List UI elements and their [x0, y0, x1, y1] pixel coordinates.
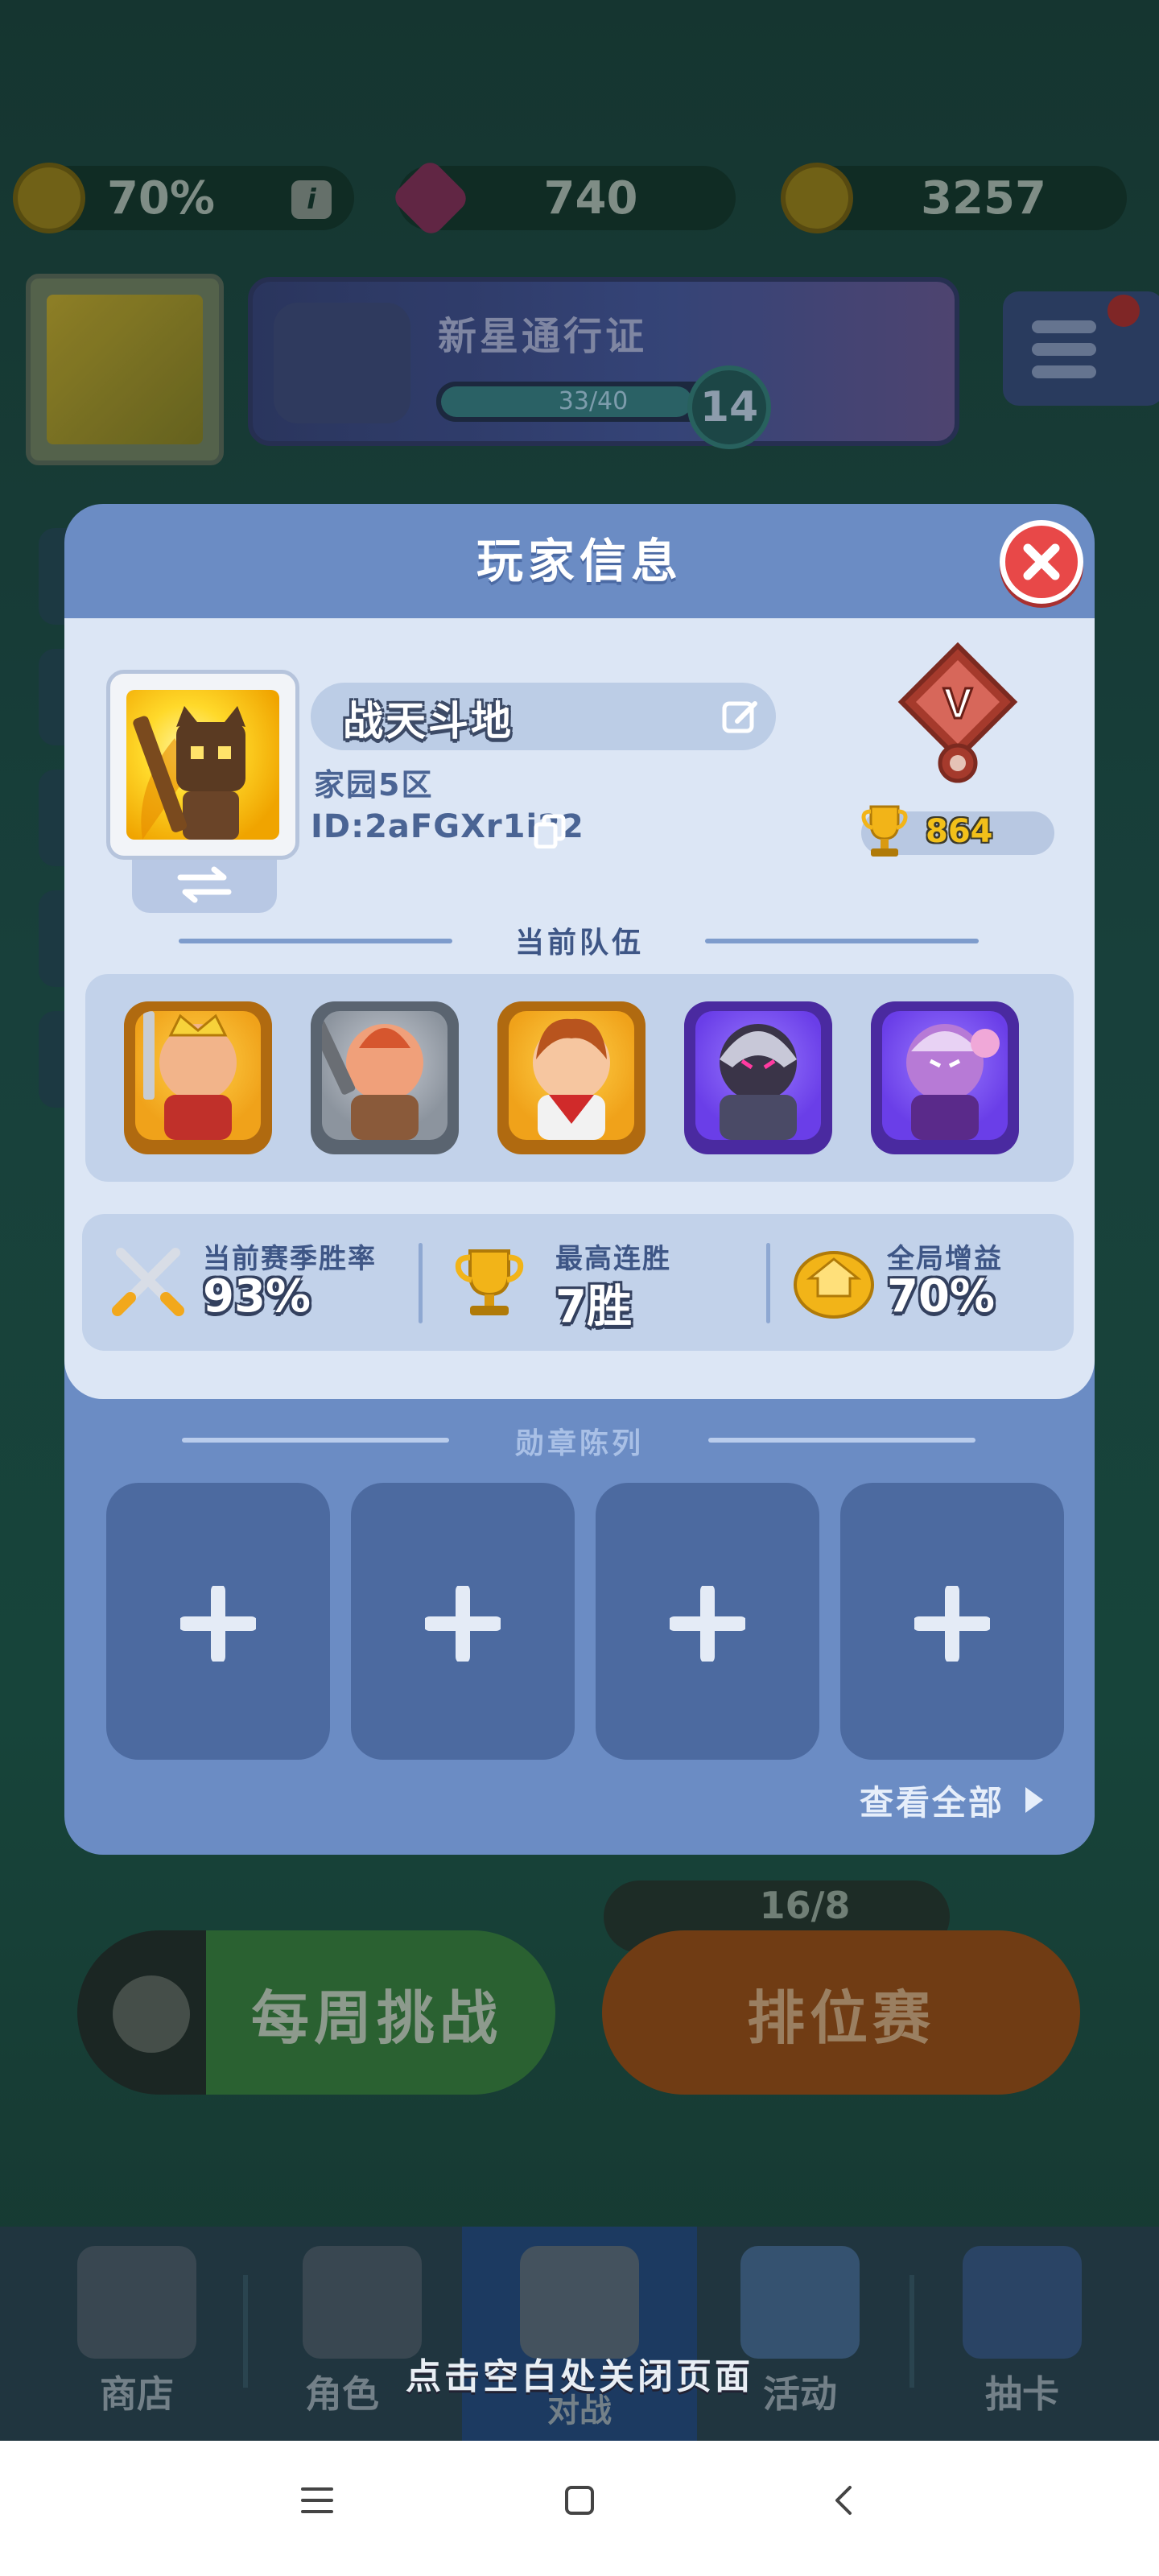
team-hero-2[interactable] [311, 1001, 459, 1154]
back-icon[interactable] [827, 2484, 863, 2516]
player-info-panel: 战天斗地 家园5区 ID:2aFGXr1i22 V 864 当前队伍 当前赛季胜… [64, 618, 1095, 1399]
avatar-swap-button[interactable] [132, 857, 277, 913]
medal-slot-4[interactable] [840, 1483, 1064, 1760]
modal-title: 玩家信息 [476, 534, 683, 588]
team-hero-4[interactable] [684, 1001, 832, 1154]
view-all-link[interactable]: 查看全部 [860, 1776, 1004, 1825]
win-streak-value: 7胜 [555, 1281, 632, 1333]
home-icon[interactable] [562, 2484, 597, 2516]
medal-slot-1[interactable] [106, 1483, 330, 1760]
plus-icon [914, 1586, 990, 1662]
copy-icon[interactable] [533, 813, 568, 848]
team-lineup [85, 974, 1074, 1182]
plus-icon [425, 1586, 501, 1662]
stats-row: 当前赛季胜率 93% 最高连胜 7胜 全局增益 70% [82, 1214, 1074, 1351]
edit-name-icon[interactable] [721, 699, 760, 736]
player-avatar[interactable] [106, 670, 299, 860]
avatar-image [126, 690, 279, 840]
medals-section-title: 勋章陈列 [514, 1427, 644, 1460]
rank-badge-icon[interactable]: V [893, 642, 1022, 787]
global-boost-crown-icon [794, 1251, 874, 1319]
team-hero-3[interactable] [497, 1001, 645, 1154]
close-hint: 点击空白处关闭页面 [406, 2356, 753, 2397]
arrow-right-icon[interactable] [1022, 1784, 1046, 1816]
close-button[interactable] [1000, 520, 1083, 604]
rank-letter: V [943, 679, 972, 728]
server-label: 家园5区 [314, 767, 434, 803]
plus-icon [670, 1586, 745, 1662]
player-info-modal: 玩家信息 战天斗地 家园5区 ID:2aFGXr1i22 V 864 当前队伍 … [64, 504, 1095, 1855]
trophy-count: 864 [926, 813, 993, 850]
swap-arrows-icon [177, 866, 232, 903]
close-icon [1023, 543, 1060, 580]
global-boost-value: 70% [887, 1270, 996, 1323]
team-hero-5[interactable] [871, 1001, 1019, 1154]
trophy-icon [861, 805, 908, 857]
recent-apps-icon[interactable] [299, 2484, 335, 2516]
win-rate-value: 93% [203, 1270, 311, 1323]
team-section-title: 当前队伍 [514, 927, 644, 960]
medal-slot-2[interactable] [351, 1483, 575, 1760]
team-hero-1[interactable] [124, 1001, 272, 1154]
medal-slot-3[interactable] [596, 1483, 819, 1760]
trophy-icon [455, 1249, 524, 1315]
system-nav-bar [0, 2441, 1159, 2576]
plus-icon [180, 1586, 256, 1662]
crossed-swords-icon [112, 1248, 184, 1316]
player-name: 战天斗地 [343, 698, 514, 745]
